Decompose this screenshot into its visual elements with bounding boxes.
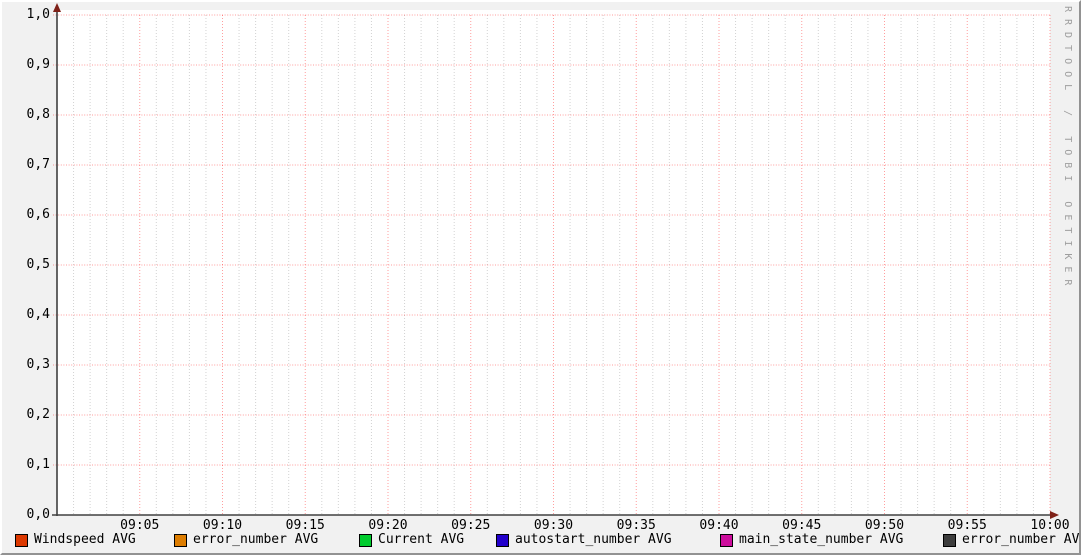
x-axis-tick-label: 09:15	[285, 518, 325, 533]
legend-color-swatch	[15, 533, 28, 547]
legend-color-swatch	[174, 533, 187, 547]
x-axis-tick-label: 09:30	[533, 518, 574, 533]
legend-item: main_state_number AVG	[720, 533, 903, 547]
x-axis-tick-label: 09:50	[864, 518, 905, 533]
legend-item: error_number AVG	[174, 533, 318, 547]
legend-color-swatch	[359, 533, 372, 547]
x-axis-tick-label: 09:55	[947, 518, 987, 533]
x-axis-tick-label: 09:40	[699, 518, 739, 533]
y-axis-tick-label: 0,3	[26, 357, 50, 372]
rrd-graph: 1,0 0,9 0,8 0,7 0,6 0,5 0,4 0,3 0,2 0,1 0,0 09:05 0…	[0, 0, 1081, 555]
legend-label: error_number AVG	[193, 532, 319, 547]
x-axis-tick-label: 09:20	[368, 518, 408, 533]
y-axis-tick-label: 1,0	[26, 7, 50, 22]
x-axis-tick-label: 09:45	[782, 518, 822, 533]
legend-item: Current AVG	[359, 533, 464, 547]
y-axis-tick-label: 0,4	[26, 307, 50, 322]
y-axis-tick-label: 0,6	[26, 207, 50, 222]
legend-label: Current AVG	[378, 532, 465, 547]
legend-label: main_state_number AVG	[739, 532, 904, 547]
plot-canvas	[57, 10, 1050, 515]
legend-color-swatch	[720, 533, 733, 547]
legend-label: Windspeed AVG	[34, 532, 136, 547]
y-axis-tick-label: 0,5	[26, 257, 50, 272]
y-axis-tick-label: 0,2	[26, 407, 50, 422]
legend-color-swatch	[943, 533, 956, 547]
x-axis-tick-label: 10:00	[1030, 518, 1070, 533]
chart-grid	[52, 3, 1059, 519]
y-axis-arrow-icon	[53, 3, 61, 12]
legend-label: error_number AVG	[962, 532, 1081, 547]
legend-item: Windspeed AVG	[15, 533, 136, 547]
legend-item: error_number AVG	[943, 532, 1081, 547]
legend-color-swatch	[496, 533, 509, 547]
x-axis-tick-label: 09:05	[120, 518, 160, 533]
y-axis-tick-label: 0,9	[26, 57, 50, 72]
y-axis-tick-label: 0,8	[26, 107, 50, 122]
legend-label: autostart_number AVG	[515, 532, 672, 547]
legend-item: autostart_number AVG	[496, 533, 672, 547]
y-axis-tick-label: 0,7	[26, 157, 50, 172]
y-axis-tick-label: 0,1	[26, 457, 50, 472]
x-axis-tick-label: 09:25	[451, 518, 491, 533]
x-axis-tick-label: 09:35	[616, 518, 656, 533]
rrdtool-watermark: RRDTOOL / TOBI OETIKER	[1062, 6, 1073, 293]
x-axis-tick-label: 09:10	[202, 518, 243, 533]
y-axis-tick-label: 0,0	[26, 507, 50, 522]
